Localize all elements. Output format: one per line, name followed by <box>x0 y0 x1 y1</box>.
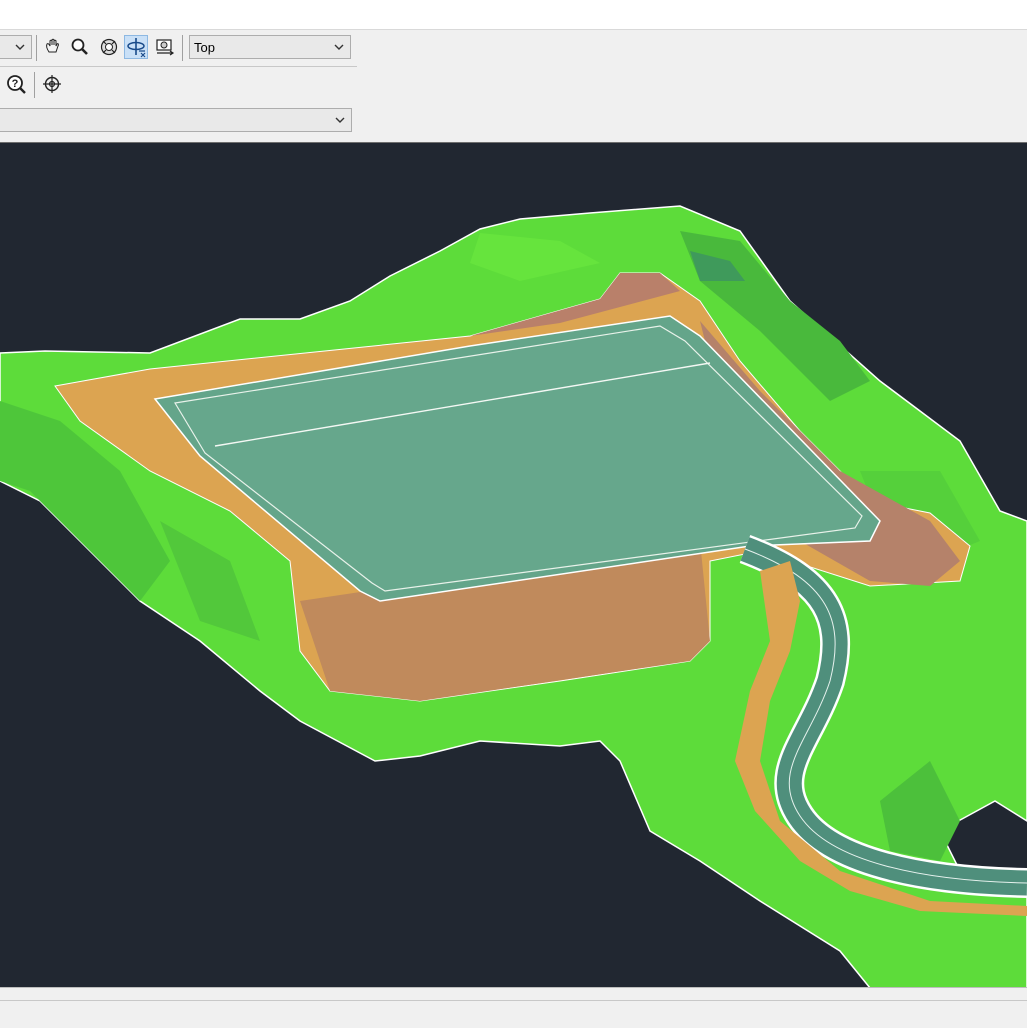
pan-icon <box>46 38 59 53</box>
target-icon <box>43 75 61 93</box>
free-orbit-icon <box>127 38 146 58</box>
3d-viewport[interactable] <box>0 142 1027 988</box>
camera-button[interactable] <box>153 35 177 59</box>
toolbar-separator <box>182 35 183 61</box>
chevron-down-icon <box>335 117 345 123</box>
camera-icon <box>156 39 175 56</box>
orbit-icon <box>100 38 118 56</box>
zoom-icon <box>71 38 88 55</box>
target-button[interactable] <box>40 72 64 96</box>
help-button[interactable]: ? <box>4 72 28 96</box>
free-orbit-button[interactable] <box>124 35 148 59</box>
pan-button[interactable] <box>41 35 65 59</box>
chevron-down-icon <box>334 44 344 50</box>
help-icon: ? <box>7 75 26 94</box>
status-bar-divider <box>0 1000 1027 1001</box>
toolbar-separator <box>34 72 35 98</box>
visual-style-combo[interactable] <box>0 35 32 59</box>
zoom-button[interactable] <box>68 35 92 59</box>
toolbar-row-divider <box>0 66 357 67</box>
orbit-button[interactable] <box>97 35 121 59</box>
view-combo[interactable]: Top <box>189 35 351 59</box>
view-combo-value: Top <box>194 40 215 55</box>
svg-text:?: ? <box>12 78 19 90</box>
style-combo[interactable] <box>0 108 352 132</box>
status-bar <box>0 987 1027 1028</box>
chevron-down-icon <box>15 44 25 50</box>
terrain-model <box>0 205 1027 988</box>
toolbar-panel: Top ? <box>0 29 1027 142</box>
toolbar-separator <box>36 35 37 61</box>
